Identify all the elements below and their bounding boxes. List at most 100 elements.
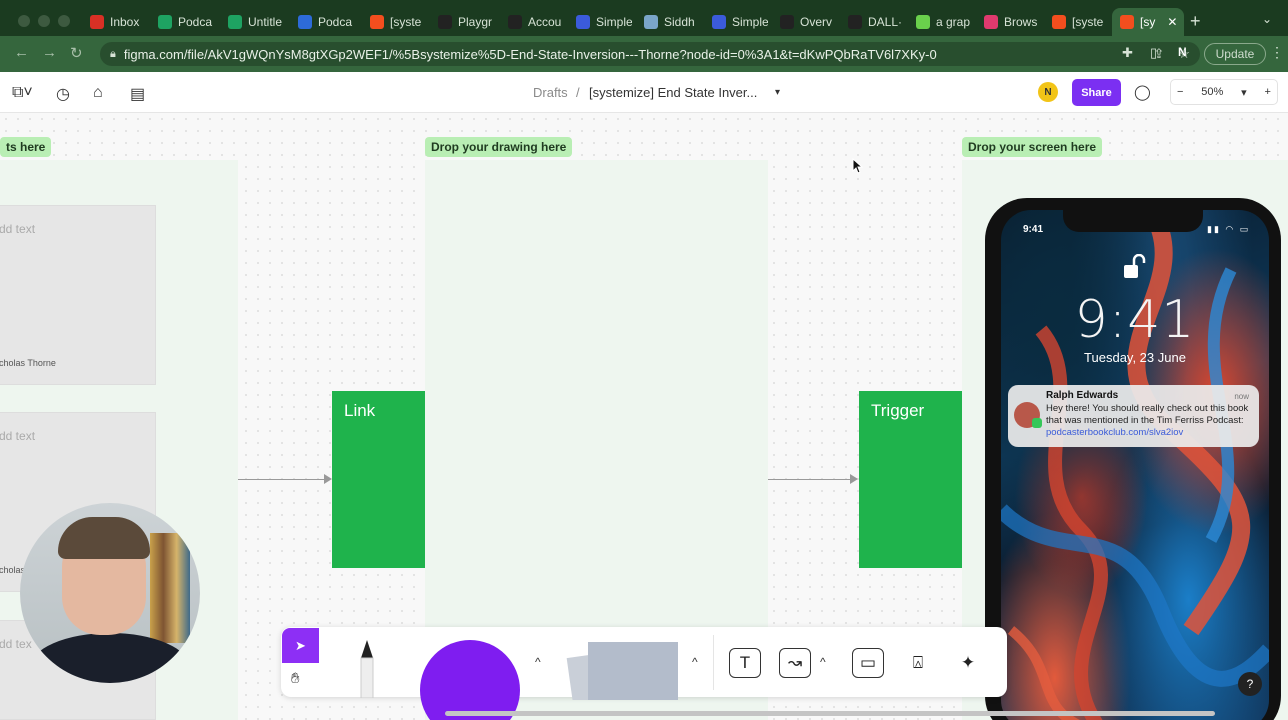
extensions-icon[interactable]: ✚ xyxy=(1122,45,1133,61)
hand-tool-icon[interactable]: ✋︎ xyxy=(291,670,300,687)
drop-label-drawing[interactable]: Drop your drawing here xyxy=(425,137,573,157)
file-name[interactable]: [systemize] End State Inver... xyxy=(589,85,757,100)
tab-label: Untitle xyxy=(248,15,283,29)
url-text: figma.com/file/AkV1gWQnYsM8gtXGp2WEF1/%5… xyxy=(123,46,937,62)
browser-tab[interactable]: Brows xyxy=(976,8,1040,36)
section-tool-icon[interactable]: ▭ xyxy=(852,648,884,678)
notification-sender: Ralph Edwards xyxy=(1046,390,1119,401)
browser-tab[interactable]: [syste xyxy=(1044,8,1108,36)
forward-icon[interactable]: → xyxy=(42,44,57,61)
zoom-out-icon[interactable]: − xyxy=(1177,86,1183,98)
doc-icon xyxy=(712,15,726,29)
card-author: cholas Thorne xyxy=(0,358,56,368)
trigger-box[interactable]: Trigger xyxy=(859,391,962,568)
address-bar[interactable]: 🔒︎ figma.com/file/AkV1gWQnYsM8gtXGp2WEF1… xyxy=(100,42,1200,66)
text-tool-icon[interactable]: T xyxy=(729,648,761,678)
unlock-icon xyxy=(1124,254,1146,278)
connector-line[interactable] xyxy=(238,479,326,480)
breadcrumb-separator: / xyxy=(576,85,580,100)
notification[interactable]: Ralph Edwards now Hey there! You should … xyxy=(1008,385,1259,447)
connector-line[interactable] xyxy=(768,479,852,480)
comment-icon[interactable]: ◯ xyxy=(1134,83,1151,101)
link-box-label: Link xyxy=(344,401,376,420)
layout-icon[interactable]: ▤ xyxy=(130,84,145,104)
browser-tab[interactable]: DALL· xyxy=(840,8,904,36)
horizontal-scrollbar[interactable] xyxy=(445,711,1215,716)
library-icon[interactable]: ⌂ xyxy=(93,84,103,102)
side-panel-icon[interactable]: ▯ xyxy=(1150,45,1157,61)
drop-label-screen[interactable]: Drop your screen here xyxy=(962,137,1103,157)
connector-arrow-icon xyxy=(324,474,332,484)
tab-label: Simple xyxy=(732,15,768,29)
minimize-window-button[interactable] xyxy=(38,15,50,27)
wallpaper-swirls xyxy=(1001,210,1269,720)
profile-avatar[interactable]: N xyxy=(1178,45,1187,59)
zoom-chevron-icon[interactable]: ▾ xyxy=(1241,86,1247,99)
sticky-chevron-icon[interactable]: ^ xyxy=(692,655,698,669)
browser-tab[interactable]: a grap xyxy=(908,8,972,36)
browser-menu-icon[interactable]: ⋮ xyxy=(1270,44,1284,61)
tab-label: [syste xyxy=(390,15,422,29)
browser-tab[interactable]: Simple xyxy=(568,8,632,36)
link-box[interactable]: Link xyxy=(332,391,425,568)
help-button[interactable]: ? xyxy=(1238,672,1262,696)
link-icon xyxy=(298,15,312,29)
move-tool-icon[interactable]: ➤ xyxy=(282,628,319,663)
lockscreen-date: Tuesday, 23 June xyxy=(1084,350,1186,365)
openai-icon xyxy=(438,15,452,29)
globe-icon xyxy=(644,15,658,29)
shapes-chevron-icon[interactable]: ^ xyxy=(535,655,541,669)
tab-label: Podca xyxy=(318,15,353,29)
browser-tab[interactable]: Overv xyxy=(772,8,836,36)
webcam-overlay xyxy=(20,503,200,683)
circle-icon xyxy=(984,15,998,29)
browser-tab[interactable]: Siddh xyxy=(636,8,700,36)
connector-chevron-icon[interactable]: ^ xyxy=(820,655,826,669)
tab-label: Simple xyxy=(596,15,632,29)
pencil-tool-icon[interactable] xyxy=(355,640,379,698)
browser-tab[interactable]: Untitle xyxy=(220,8,286,36)
zoom-in-icon[interactable]: + xyxy=(1265,86,1271,98)
phone-screen xyxy=(1001,210,1269,720)
trigger-box-label: Trigger xyxy=(871,401,925,420)
connector-tool-icon[interactable]: ↝ xyxy=(779,648,811,678)
close-tab-icon[interactable]: ✕ xyxy=(1167,15,1177,29)
sticky-note-tool-icon[interactable] xyxy=(558,640,678,700)
browser-tab[interactable]: [syste xyxy=(362,8,426,36)
reload-icon[interactable]: ↻ xyxy=(70,44,83,62)
browser-tab[interactable]: Podca xyxy=(150,8,216,36)
sticky-card[interactable]: dd text cholas Thorne xyxy=(0,205,156,385)
breadcrumb-drafts[interactable]: Drafts xyxy=(533,85,568,100)
update-button[interactable]: Update xyxy=(1204,43,1266,65)
drop-label-left[interactable]: ts here xyxy=(0,137,52,157)
notification-time: now xyxy=(1234,392,1249,401)
file-menu-chevron-icon[interactable]: ▾ xyxy=(775,87,780,98)
tab-label: a grap xyxy=(936,15,971,29)
notification-body: Hey there! You should really check out t… xyxy=(1046,403,1252,439)
doc-icon xyxy=(576,15,590,29)
notification-link[interactable]: podcasterbookclub.com/slva2iov xyxy=(1046,427,1183,438)
stamp-tool-icon[interactable]: ⍓ xyxy=(902,648,934,678)
back-icon[interactable]: ← xyxy=(14,44,29,61)
browser-tab[interactable]: Playgr xyxy=(430,8,496,36)
tab-search-chevron-icon[interactable]: ⌄ xyxy=(1262,12,1272,26)
browser-tab[interactable]: Podca xyxy=(290,8,358,36)
zoom-window-button[interactable] xyxy=(58,15,70,27)
browser-tab[interactable]: [sy ✕ xyxy=(1112,8,1184,36)
figma-menu-icon[interactable]: ⧉˅ xyxy=(12,84,33,102)
more-tools-icon[interactable]: ✦ xyxy=(952,648,984,678)
browser-tab[interactable]: Simple xyxy=(704,8,768,36)
share-button[interactable]: Share xyxy=(1072,79,1121,106)
gmail-icon xyxy=(90,15,104,29)
browser-tab[interactable]: Accou xyxy=(500,8,564,36)
user-avatar[interactable]: N xyxy=(1038,82,1058,102)
connector-arrow-icon xyxy=(850,474,858,484)
zoom-level[interactable]: 50% xyxy=(1201,86,1223,98)
openai-icon xyxy=(780,15,794,29)
zoom-control[interactable]: − 50% ▾ + xyxy=(1170,79,1278,105)
timer-icon[interactable]: ◷ xyxy=(56,84,70,104)
browser-tab[interactable]: Inbox xyxy=(82,8,146,36)
notification-message: Hey there! You should really check out t… xyxy=(1046,403,1249,426)
new-tab-button[interactable]: + xyxy=(1190,11,1201,32)
close-window-button[interactable] xyxy=(18,15,30,27)
